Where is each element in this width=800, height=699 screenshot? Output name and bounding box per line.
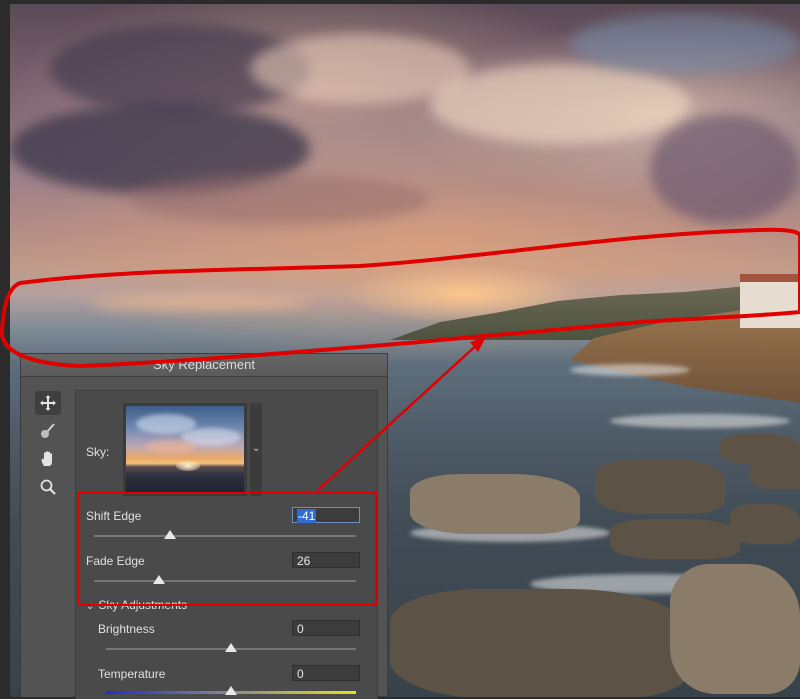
brightness-label: Brightness	[98, 622, 155, 636]
shift-edge-slider-track[interactable]	[94, 535, 356, 537]
brush-icon	[41, 423, 55, 438]
brightness-input[interactable]: 0	[292, 620, 360, 636]
move-tool[interactable]	[35, 391, 61, 415]
tool-bar	[21, 377, 73, 697]
zoom-icon	[40, 479, 56, 495]
sky-adjustments-section[interactable]: ⌄ Sky Adjustments	[86, 598, 187, 612]
shift-edge-value: -41	[297, 509, 317, 523]
shift-edge-input[interactable]: -41	[292, 507, 360, 523]
sky-replacement-dialog: Sky Replacement Sky: ⌄ Shift Edge -41 Fa…	[20, 353, 388, 699]
sky-adjustments-label: Sky Adjustments	[98, 598, 188, 612]
hand-icon	[41, 451, 52, 466]
fade-edge-input[interactable]: 26	[292, 552, 360, 568]
temperature-slider-handle[interactable]	[225, 686, 237, 695]
sky-preset-thumbnail[interactable]	[123, 403, 247, 496]
shift-edge-slider-handle[interactable]	[164, 530, 176, 539]
move-icon	[40, 395, 56, 411]
shift-edge-label: Shift Edge	[86, 509, 142, 523]
fade-edge-label: Fade Edge	[86, 554, 145, 568]
sky-label: Sky:	[86, 445, 110, 459]
sky-brush-tool[interactable]	[35, 419, 61, 443]
fade-edge-slider-handle[interactable]	[153, 575, 165, 584]
temperature-input[interactable]: 0	[292, 665, 360, 681]
dialog-title: Sky Replacement	[21, 354, 387, 377]
chevron-down-icon: ⌄	[86, 601, 95, 612]
brightness-slider-handle[interactable]	[225, 643, 237, 652]
temperature-label: Temperature	[98, 667, 166, 681]
fade-edge-slider-track[interactable]	[94, 580, 356, 582]
sky-settings-panel: Sky: ⌄ Shift Edge -41 Fade Edge 26 ⌄ Sky …	[75, 390, 378, 699]
hand-tool[interactable]	[35, 447, 61, 471]
chevron-down-icon[interactable]: ⌄	[252, 443, 260, 454]
zoom-tool[interactable]	[35, 475, 61, 499]
